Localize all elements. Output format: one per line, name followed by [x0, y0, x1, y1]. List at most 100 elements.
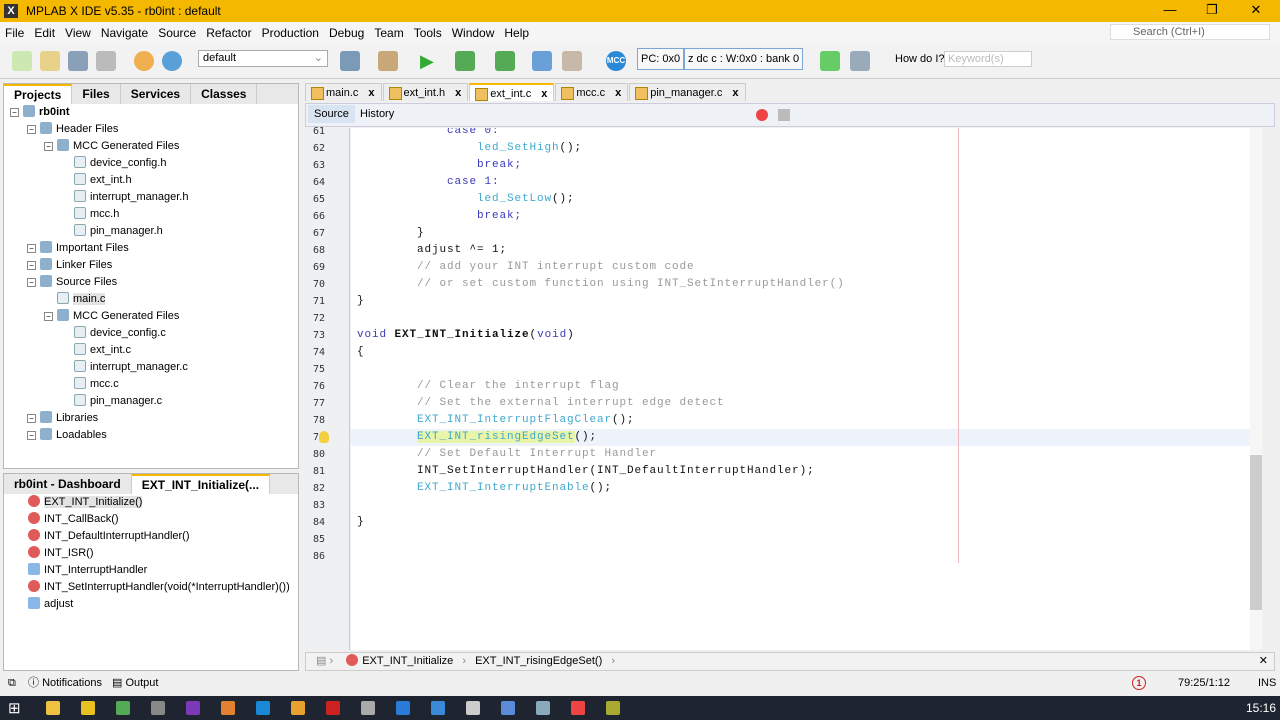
expand-toggle-icon[interactable]: − [27, 414, 36, 423]
taskbar-app-icon[interactable] [256, 701, 270, 715]
close-breadcrumb-icon[interactable]: ✕ [1259, 653, 1268, 670]
menu-debug[interactable]: Debug [324, 26, 369, 40]
navigator-item[interactable]: adjust [28, 596, 298, 613]
code-line[interactable]: } [357, 514, 365, 531]
tree-item[interactable]: − Header Files [10, 121, 298, 138]
tree-item[interactable]: − rb0int [10, 104, 298, 121]
output-button[interactable]: ▤ Output [112, 674, 158, 692]
scrollbar-thumb[interactable] [1250, 455, 1262, 610]
taskbar-app-icon[interactable] [361, 701, 375, 715]
record-macro-icon[interactable] [756, 109, 768, 121]
navigator-item[interactable]: INT_InterruptHandler [28, 562, 298, 579]
search-input[interactable]: Search (Ctrl+I) [1110, 24, 1270, 40]
tree-item[interactable]: mcc.c [10, 376, 298, 393]
reset-icon[interactable] [532, 51, 552, 71]
stop-macro-icon[interactable] [778, 109, 790, 121]
expand-toggle-icon[interactable]: − [27, 244, 36, 253]
tree-item[interactable]: interrupt_manager.c [10, 359, 298, 376]
menu-source[interactable]: Source [153, 26, 201, 40]
program-device-icon[interactable] [455, 51, 475, 71]
redo-icon[interactable] [162, 51, 182, 71]
expand-toggle-icon[interactable]: − [27, 431, 36, 440]
code-line[interactable]: INT_SetInterruptHandler(INT_DefaultInter… [357, 463, 815, 480]
menu-file[interactable]: File [0, 26, 29, 40]
code-line[interactable]: break; [357, 208, 522, 225]
menu-navigate[interactable]: Navigate [96, 26, 153, 40]
taskbar-app-icon[interactable] [186, 701, 200, 715]
tree-item[interactable]: − MCC Generated Files [10, 308, 298, 325]
new-project-icon[interactable] [40, 51, 60, 71]
menu-window[interactable]: Window [447, 26, 500, 40]
expand-toggle-icon[interactable]: − [27, 261, 36, 270]
menu-view[interactable]: View [60, 26, 96, 40]
taskbar-app-icon[interactable] [81, 701, 95, 715]
tree-item[interactable]: − Linker Files [10, 257, 298, 274]
read-device-icon[interactable] [495, 51, 515, 71]
menu-edit[interactable]: Edit [29, 26, 60, 40]
menu-refactor[interactable]: Refactor [201, 26, 256, 40]
taskbar-app-icon[interactable] [466, 701, 480, 715]
tree-item[interactable]: − Source Files [10, 274, 298, 291]
taskbar-app-icon[interactable] [431, 701, 445, 715]
taskbar-app-icon[interactable] [326, 701, 340, 715]
code-line[interactable]: led_SetHigh(); [357, 140, 582, 157]
tree-item[interactable]: interrupt_manager.h [10, 189, 298, 206]
close-tab-icon[interactable]: x [541, 88, 547, 100]
navigator-item[interactable]: INT_DefaultInterruptHandler() [28, 528, 298, 545]
navigator-item[interactable]: INT_ISR() [28, 545, 298, 562]
editor-tab[interactable]: ext_int.h x [382, 83, 469, 101]
expand-toggle-icon[interactable]: − [44, 312, 53, 321]
close-tab-icon[interactable]: x [732, 87, 738, 99]
tree-item[interactable]: mcc.h [10, 206, 298, 223]
taskbar-app-icon[interactable] [221, 701, 235, 715]
code-line[interactable]: break; [357, 157, 522, 174]
open-project-icon[interactable] [68, 51, 88, 71]
hint-lightbulb-icon[interactable] [319, 431, 329, 443]
taskbar-app-icon[interactable] [151, 701, 165, 715]
code-line[interactable]: EXT_INT_risingEdgeSet(); [351, 429, 1251, 446]
code-line[interactable]: { [357, 344, 365, 361]
restore-windows-icon[interactable]: ⧉ [8, 674, 16, 692]
taskbar-app-icon[interactable] [536, 701, 550, 715]
close-tab-icon[interactable]: x [455, 87, 461, 99]
new-file-icon[interactable] [12, 51, 32, 71]
editor-tab[interactable]: mcc.c x [555, 83, 629, 101]
minimize-button[interactable]: — [1150, 2, 1190, 17]
expand-toggle-icon[interactable]: − [10, 108, 19, 117]
cart-icon[interactable] [820, 51, 840, 71]
breadcrumb-item[interactable]: EXT_INT_risingEdgeSet() [475, 655, 602, 667]
menu-production[interactable]: Production [257, 26, 324, 40]
tab-files[interactable]: Files [72, 84, 121, 104]
undo-icon[interactable] [134, 51, 154, 71]
maximize-button[interactable]: ❐ [1192, 2, 1232, 18]
editor-tab[interactable]: main.c x [305, 83, 382, 101]
tree-item[interactable]: pin_manager.c [10, 393, 298, 410]
tree-item[interactable]: − Loadables [10, 427, 298, 444]
taskbar-app-icon[interactable] [46, 701, 60, 715]
code-line[interactable]: // add your INT interrupt custom code [357, 259, 695, 276]
configuration-select[interactable]: default ⌄ [198, 50, 328, 67]
close-tab-icon[interactable]: x [615, 87, 621, 99]
debug-icon[interactable] [562, 51, 582, 71]
code-line[interactable]: // Clear the interrupt flag [357, 378, 620, 395]
breadcrumb-item[interactable]: EXT_INT_Initialize [362, 655, 453, 667]
history-tab[interactable]: History [360, 108, 394, 120]
editor-tab[interactable]: pin_manager.c x [629, 83, 746, 101]
code-line[interactable]: } [357, 225, 425, 242]
build-icon[interactable] [340, 51, 360, 71]
code-line[interactable]: led_SetLow(); [357, 191, 575, 208]
source-tab[interactable]: Source [308, 105, 355, 123]
tree-item[interactable]: pin_manager.h [10, 223, 298, 240]
notification-badge[interactable]: 1 [1132, 676, 1146, 690]
code-line[interactable]: EXT_INT_InterruptEnable(); [357, 480, 612, 497]
code-line[interactable]: // or set custom function using INT_SetI… [357, 276, 845, 293]
run-icon[interactable]: ▶ [420, 51, 440, 71]
menu-team[interactable]: Team [369, 26, 408, 40]
navigator-item[interactable]: INT_SetInterruptHandler(void(*InterruptH… [28, 579, 298, 596]
navigator-item[interactable]: EXT_INT_Initialize() [28, 494, 298, 511]
navigator-item[interactable]: INT_CallBack() [28, 511, 298, 528]
tab-services[interactable]: Services [121, 84, 192, 104]
taskbar-app-icon[interactable] [501, 701, 515, 715]
windows-start-icon[interactable]: ⊞ [8, 699, 21, 717]
code-line[interactable]: } [357, 293, 365, 310]
